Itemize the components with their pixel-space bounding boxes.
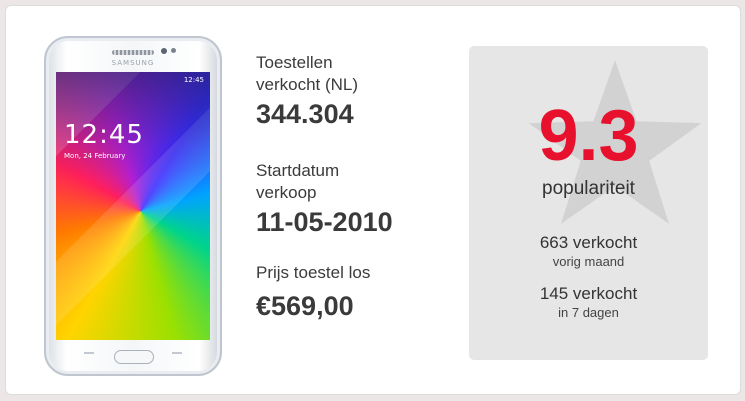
start-date-label: Startdatum verkoop (256, 161, 340, 202)
start-date-block: Startdatum verkoop 11-05-2010 (256, 160, 393, 238)
speaker-grille (112, 50, 154, 55)
home-button (114, 350, 154, 364)
status-time: 12:45 (183, 76, 204, 84)
start-date-value: 11-05-2010 (256, 207, 393, 237)
sensor-icon (171, 48, 176, 53)
price-block: Prijs toestel los €569,00 (256, 262, 370, 322)
phone-brand: SAMSUNG (111, 59, 155, 67)
phone-image: SAMSUNG 12:45 12:45 Mon, 24 February (44, 36, 222, 376)
product-card: SAMSUNG 12:45 12:45 Mon, 24 February Toe… (5, 5, 741, 395)
week-sold-count: 145 verkocht (539, 284, 638, 303)
popularity-score: 9.3 (538, 96, 639, 176)
week-sold-period: in 7 dagen (558, 305, 619, 320)
back-key-icon (172, 352, 182, 360)
price-label: Prijs toestel los (256, 263, 371, 282)
lockscreen-date: Mon, 24 February (64, 152, 126, 160)
sold-value: 344.304 (256, 99, 354, 129)
price-value: €569,00 (256, 291, 354, 321)
phone-screen: 12:45 12:45 Mon, 24 February (56, 72, 210, 340)
popularity-panel: 9.3 populariteit 663 verkocht vorig maan… (469, 46, 708, 360)
lockscreen-clock: 12:45 (64, 120, 144, 150)
sold-label: Toestellen verkocht (NL) (256, 53, 359, 94)
month-sold-period: vorig maand (552, 254, 625, 269)
front-camera-icon (161, 48, 167, 54)
menu-key-icon (84, 352, 94, 360)
sold-block: Toestellen verkocht (NL) 344.304 (256, 52, 456, 130)
popularity-label: populariteit (542, 178, 635, 199)
month-sold-count: 663 verkocht (539, 233, 638, 252)
